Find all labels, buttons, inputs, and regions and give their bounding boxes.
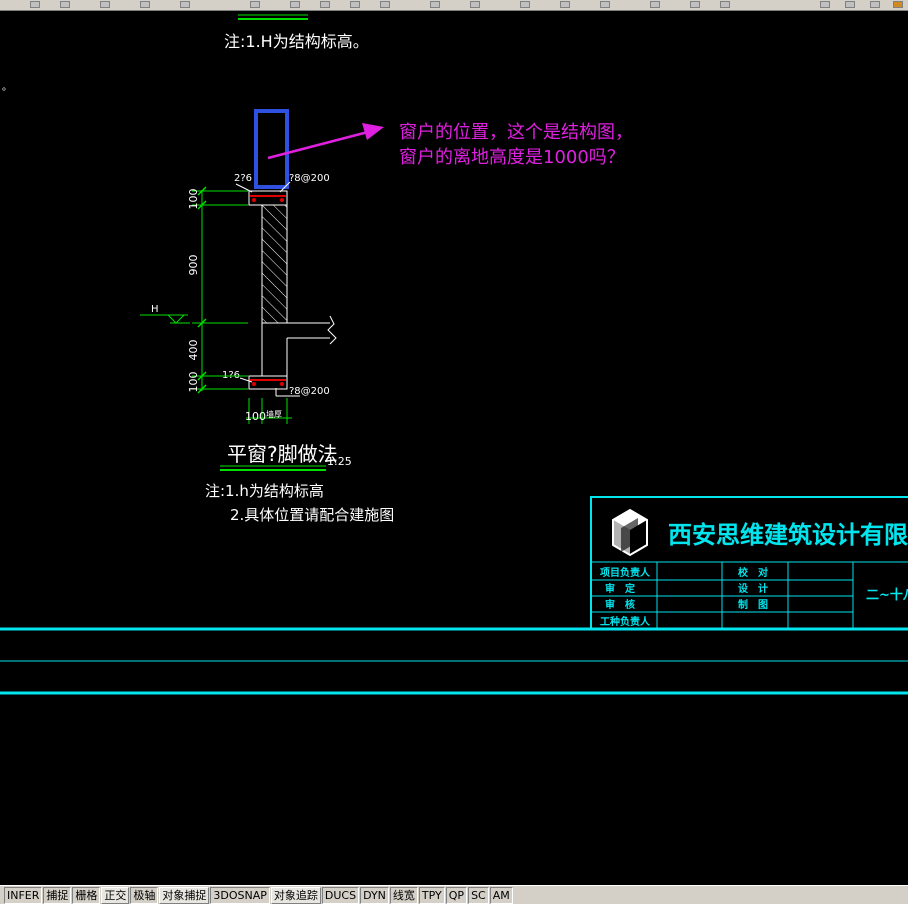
section-title: 平窗?脚做法 [227,442,338,466]
stray-mark: 。 [2,82,12,93]
rebar-dot [252,382,256,386]
toolbar-button[interactable] [560,1,570,8]
toolbar-button[interactable] [520,1,530,8]
top-note: 注:1.H为结构标高。 [224,32,369,51]
toolbar-button[interactable] [470,1,480,8]
title-block-label: 工种负责人 [600,615,651,628]
toolbar-button[interactable] [870,1,880,8]
toolbar-button[interactable] [100,1,110,8]
drawing-canvas[interactable]: 注:1.H为结构标高。 。 窗户的位置，这个是结构图， 窗户的离地高度是1000… [0,11,908,884]
toolbar-button[interactable] [180,1,190,8]
level-mark: H [151,304,159,315]
break-line [327,315,337,345]
toolbar-button[interactable] [380,1,390,8]
company-logo-icon [612,508,648,557]
status-toggle-am[interactable]: AM [489,886,513,904]
window-outline [254,109,289,189]
status-toggle-极轴[interactable]: 极轴 [130,886,159,904]
title-block-label: 设 计 [738,582,768,595]
status-toggle-线宽[interactable]: 线宽 [389,886,418,904]
toolbar-button[interactable] [893,1,903,8]
annotation-arrow-line [267,130,369,160]
company-name: 西安思维建筑设计有限责任公司 [668,521,908,549]
status-toggle-3dosnap[interactable]: 3DOSNAP [210,886,270,904]
title-block-drawing-no: 二~十八 [866,587,908,603]
rebar-label: ?8@200 [289,386,330,397]
title-block-label: 制 图 [738,598,768,611]
dimension-text: 100 [187,372,200,393]
dimension-text: 100 [187,189,200,210]
status-toggle-qp[interactable]: QP [445,886,468,904]
toolbar-button[interactable] [60,1,70,8]
dimension-text: 400 [187,340,200,361]
status-toggle-ducs[interactable]: DUCS [321,886,360,904]
status-toggle-infer[interactable]: INFER [4,886,43,904]
annotation-line-1: 窗户的位置，这个是结构图， [399,122,633,143]
toolbar-button[interactable] [140,1,150,8]
toolbar-button[interactable] [290,1,300,8]
statusbar: INFER 捕捉 栅格 正交 极轴 对象捕捉 3DOSNAP 对象追踪 DUCS DYN 线宽 TPY… [0,885,908,904]
status-toggle-dyn[interactable]: DYN [360,886,389,904]
rebar-dot [252,198,256,202]
wall-hatch [261,204,288,324]
toolbar-button[interactable] [430,1,440,8]
title-block: 西安思维建筑设计有限责任公司 项目负责人 审 定 审 核 工种负责人 校 对 设… [590,496,908,630]
toolbar-button[interactable] [350,1,360,8]
status-toggle-tpy[interactable]: TPY [418,886,445,904]
toolbar-button[interactable] [720,1,730,8]
dimension-text: 900 [187,255,200,276]
title-block-label: 审 核 [605,598,635,611]
toolbar-button[interactable] [320,1,330,8]
annotation-line-2: 窗户的离地高度是1000吗？ [399,147,625,168]
toolbar [0,0,908,11]
status-toggle-对象捕捉[interactable]: 对象捕捉 [159,886,210,904]
title-block-label: 校 对 [738,566,768,579]
title-block-label: 审 定 [605,582,635,595]
toolbar-button[interactable] [250,1,260,8]
rebar-dot [280,198,284,202]
status-toggle-栅格[interactable]: 栅格 [72,886,101,904]
rebar-dot [280,382,284,386]
annotation-arrowhead [362,123,384,140]
toolbar-button[interactable] [690,1,700,8]
note-1: 注:1.h为结构标高 [205,482,324,500]
top-beam [248,190,288,206]
note-2: 2.具体位置请配合建施图 [230,506,394,524]
toolbar-button[interactable] [820,1,830,8]
toolbar-button[interactable] [30,1,40,8]
status-toggle-正交[interactable]: 正交 [101,886,130,904]
dimension-text: 100 [245,410,266,423]
rebar-label: 2?6 [234,173,252,184]
status-toggle-sc[interactable]: SC [468,886,489,904]
status-toggle-捕捉[interactable]: 捕捉 [43,886,72,904]
title-block-label: 项目负责人 [600,566,651,579]
dimension-text: 墙厚 [266,409,282,419]
rebar-label: ?8@200 [289,173,330,184]
status-toggle-对象追踪[interactable]: 对象追踪 [270,886,321,904]
toolbar-button[interactable] [650,1,660,8]
toolbar-button[interactable] [845,1,855,8]
level-symbol [167,314,185,324]
toolbar-button[interactable] [600,1,610,8]
section-scale: 1:25 [327,455,352,468]
